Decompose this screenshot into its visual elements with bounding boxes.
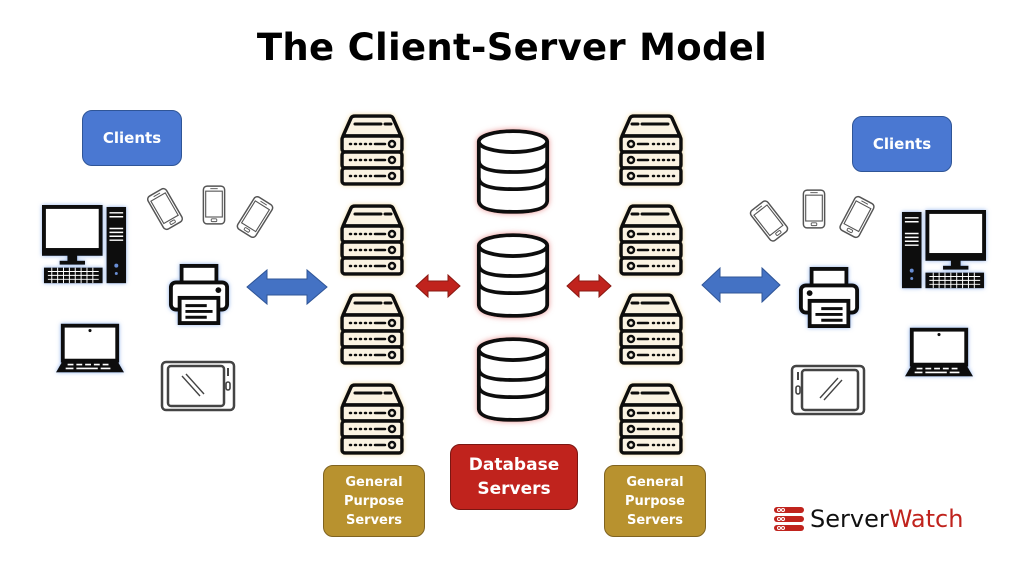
left-general-purpose-servers-label: General Purpose Servers [323, 465, 425, 537]
bidirectional-arrow-icon [700, 266, 782, 304]
smartphone-icon [747, 197, 792, 245]
bidirectional-arrow-icon [245, 268, 329, 306]
serverwatch-logo-icon [774, 507, 804, 531]
left-clients-label: Clients [82, 110, 182, 166]
smartphone-icon [802, 188, 826, 230]
laptop-icon [54, 323, 126, 375]
database-icon [475, 128, 551, 216]
logo-text-server: Server [810, 505, 889, 533]
server-icon [337, 293, 407, 365]
server-icon [337, 383, 407, 455]
server-icon [616, 293, 686, 365]
server-icon [616, 114, 686, 186]
right-general-purpose-servers-label: General Purpose Servers [604, 465, 706, 537]
printer-icon [168, 263, 230, 325]
right-clients-label-text: Clients [872, 135, 932, 153]
server-icon [616, 383, 686, 455]
diagram-title: The Client-Server Model [256, 26, 768, 69]
serverwatch-logo: Server Watch [774, 505, 963, 533]
bidirectional-arrow-icon [414, 272, 462, 300]
smartphone-icon [202, 184, 226, 226]
tablet-icon [790, 364, 866, 416]
left-clients-label-text: Clients [102, 129, 162, 147]
tablet-icon [160, 360, 236, 412]
label-line: Servers [477, 479, 551, 499]
server-icon [337, 204, 407, 276]
label-line: Database [468, 455, 560, 475]
server-icon [616, 204, 686, 276]
desktop-computer-icon [42, 205, 130, 293]
logo-text-watch: Watch [888, 505, 964, 533]
desktop-computer-icon [900, 210, 988, 298]
database-icon [475, 232, 551, 320]
laptop-icon [903, 327, 975, 379]
label-line: Servers [626, 512, 684, 528]
smartphone-icon [234, 193, 277, 241]
label-line: General [626, 474, 684, 490]
smartphone-icon [837, 193, 878, 241]
server-icon [337, 114, 407, 186]
label-line: Purpose [344, 493, 404, 509]
right-clients-label: Clients [852, 116, 952, 172]
printer-icon [798, 266, 860, 328]
database-servers-label: Database Servers [450, 444, 578, 510]
smartphone-icon [144, 185, 186, 233]
database-icon [475, 336, 551, 424]
bidirectional-arrow-icon [565, 272, 613, 300]
label-line: Servers [345, 512, 403, 528]
label-line: General [345, 474, 403, 490]
label-line: Purpose [625, 493, 685, 509]
